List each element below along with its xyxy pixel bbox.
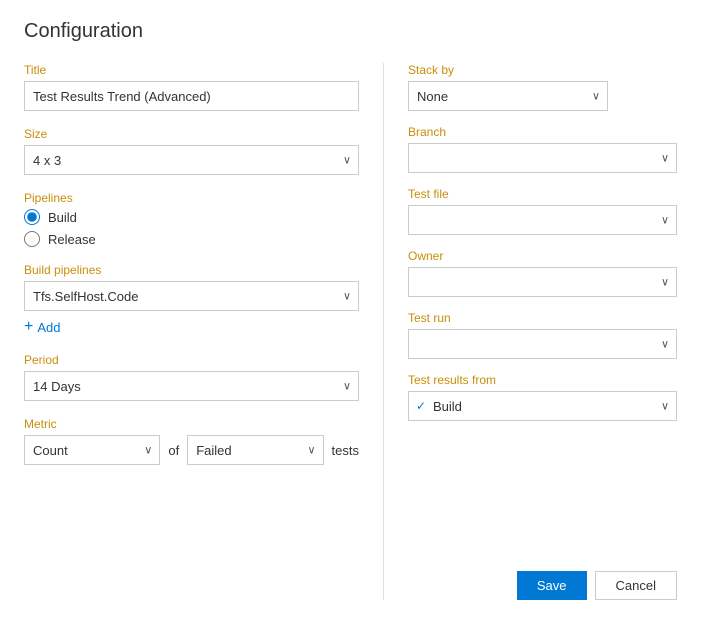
branch-select-wrapper: ∨ [408,143,677,173]
test-run-select[interactable] [408,329,677,359]
page-title: Configuration [24,20,677,43]
period-select[interactable]: 14 Days 7 Days 30 Days [24,371,359,401]
test-file-select-wrapper: ∨ [408,205,677,235]
owner-select-wrapper: ∨ [408,267,677,297]
title-field-group: Title [24,63,359,111]
size-select[interactable]: 4 x 3 2 x 2 4 x 4 [24,145,359,175]
owner-label: Owner [408,249,677,263]
radio-release[interactable] [24,231,40,247]
metric-count-select[interactable]: Count Rate Total [24,435,160,465]
test-results-from-field-group: Test results from ✓ Build Release ∨ [408,373,677,421]
metric-field-group: Metric Count Rate Total ∨ of Failed [24,417,359,465]
cancel-button[interactable]: Cancel [595,571,677,600]
pipelines-radio-group: Build Release [24,209,359,247]
build-pipelines-field-group: Build pipelines Tfs.SelfHost.Code ∨ + Ad… [24,263,359,337]
action-row: Save Cancel [408,561,677,600]
metric-of-text: of [168,443,179,458]
test-file-select[interactable] [408,205,677,235]
build-pipelines-label: Build pipelines [24,263,359,277]
radio-release-item[interactable]: Release [24,231,359,247]
test-results-from-select[interactable]: Build Release [408,391,677,421]
branch-field-group: Branch ∨ [408,125,677,173]
size-label: Size [24,127,359,141]
metric-failed-select-wrapper: Failed Passed All ∨ [187,435,323,465]
add-label: Add [37,320,60,335]
test-file-label: Test file [408,187,677,201]
title-input[interactable] [24,81,359,111]
radio-build-item[interactable]: Build [24,209,359,225]
test-results-from-label: Test results from [408,373,677,387]
save-button[interactable]: Save [517,571,587,600]
title-label: Title [24,63,359,77]
right-fields: Stack by None Build Branch ∨ Branch [408,63,677,561]
size-select-wrapper: 4 x 3 2 x 2 4 x 4 ∨ [24,145,359,175]
build-pipelines-select[interactable]: Tfs.SelfHost.Code [24,281,359,311]
test-results-from-select-wrapper: ✓ Build Release ∨ [408,391,677,421]
build-pipelines-select-wrapper: Tfs.SelfHost.Code ∨ [24,281,359,311]
test-run-field-group: Test run ∨ [408,311,677,359]
metric-count-select-wrapper: Count Rate Total ∨ [24,435,160,465]
owner-select[interactable] [408,267,677,297]
period-field-group: Period 14 Days 7 Days 30 Days ∨ [24,353,359,401]
radio-build-label: Build [48,210,77,225]
test-run-label: Test run [408,311,677,325]
stack-by-field-group: Stack by None Build Branch ∨ [408,63,677,111]
stack-by-select-wrapper: None Build Branch ∨ [408,81,608,111]
pipelines-field-group: Pipelines Build Release [24,191,359,247]
metric-tests-text: tests [332,443,359,458]
add-button[interactable]: + Add [24,317,60,337]
period-label: Period [24,353,359,367]
metric-failed-select[interactable]: Failed Passed All [187,435,323,465]
branch-label: Branch [408,125,677,139]
metric-row: Count Rate Total ∨ of Failed Passed All [24,435,359,465]
stack-by-select[interactable]: None Build Branch [408,81,608,111]
metric-label: Metric [24,417,359,431]
branch-select[interactable] [408,143,677,173]
test-run-select-wrapper: ∨ [408,329,677,359]
plus-icon: + [24,319,33,335]
owner-field-group: Owner ∨ [408,249,677,297]
radio-build[interactable] [24,209,40,225]
pipelines-label: Pipelines [24,191,359,205]
test-file-field-group: Test file ∨ [408,187,677,235]
stack-by-label: Stack by [408,63,677,77]
period-select-wrapper: 14 Days 7 Days 30 Days ∨ [24,371,359,401]
size-field-group: Size 4 x 3 2 x 2 4 x 4 ∨ [24,127,359,175]
radio-release-label: Release [48,232,96,247]
